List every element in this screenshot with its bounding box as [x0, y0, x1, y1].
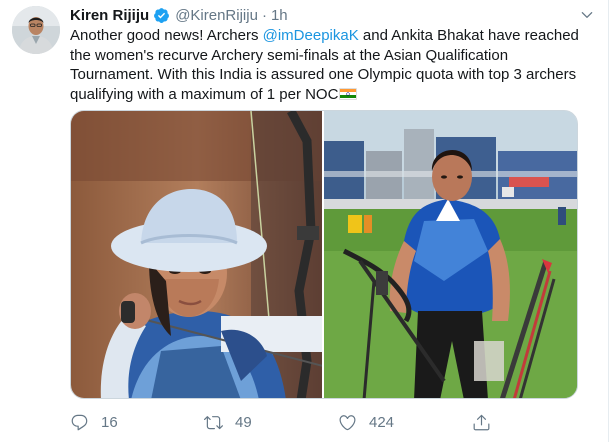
- tweet-text: Another good news! Archers @imDeepikaK a…: [70, 26, 595, 104]
- retweet-icon: [204, 416, 223, 430]
- author-handle[interactable]: @KirenRijiju: [175, 7, 258, 24]
- tweet-header: Kiren Rijiju @KirenRijiju · 1h: [70, 5, 578, 25]
- avatar-image: [12, 6, 60, 54]
- mention-link[interactable]: @imDeepikaK: [263, 27, 359, 44]
- retweet-count: 49: [235, 414, 252, 431]
- photo-archer-right[interactable]: [324, 111, 577, 398]
- share-button[interactable]: [472, 413, 491, 432]
- reply-count: 16: [101, 414, 118, 431]
- tweet-media: [70, 110, 578, 399]
- separator-dot: ·: [261, 6, 267, 24]
- like-count: 424: [369, 414, 395, 431]
- reply-button[interactable]: 16: [70, 413, 118, 432]
- archer-photo-left: [71, 111, 322, 398]
- verified-badge-icon: [154, 7, 170, 23]
- author-name[interactable]: Kiren Rijiju: [70, 7, 149, 24]
- archer-photo-right: [324, 111, 577, 398]
- tweet-text-part1: Another good news! Archers: [70, 27, 263, 44]
- heart-icon: [339, 415, 356, 431]
- tweet-actions: 16 49 424: [70, 413, 510, 435]
- avatar[interactable]: [12, 6, 60, 54]
- like-button[interactable]: 424: [338, 413, 394, 432]
- photo-archer-left[interactable]: [71, 111, 322, 398]
- share-icon: [473, 414, 490, 431]
- chevron-down-icon[interactable]: [580, 8, 594, 22]
- india-flag-icon: [339, 87, 358, 100]
- tweet-timestamp[interactable]: 1h: [271, 7, 288, 24]
- retweet-button[interactable]: 49: [204, 413, 252, 432]
- tweet[interactable]: Kiren Rijiju @KirenRijiju · 1h Another g…: [0, 0, 609, 442]
- reply-icon: [71, 414, 88, 431]
